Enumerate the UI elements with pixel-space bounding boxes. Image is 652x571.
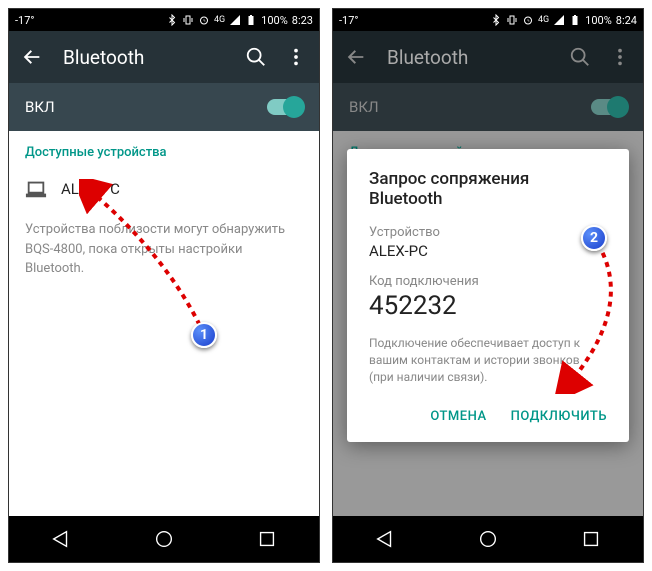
- nav-home-icon[interactable]: [477, 528, 499, 550]
- bluetooth-toggle[interactable]: [267, 99, 303, 115]
- status-bar: -17° 4G 100% 8:23: [9, 9, 319, 31]
- callout-1: 1: [191, 322, 217, 348]
- nav-home-icon[interactable]: [153, 528, 175, 550]
- clock: 8:24: [616, 14, 637, 27]
- code-value: 452232: [369, 291, 607, 321]
- more-icon[interactable]: [609, 46, 631, 68]
- content-area: Доступные устройства ALEX-PC Устройства …: [9, 131, 319, 516]
- code-label: Код подключения: [369, 274, 607, 289]
- page-title: Bluetooth: [63, 46, 225, 69]
- device-label: Устройство: [369, 225, 607, 240]
- alarm-icon: [522, 14, 534, 26]
- bluetooth-toggle-row: ВКЛ: [333, 83, 643, 131]
- bluetooth-toggle[interactable]: [591, 99, 627, 115]
- more-icon[interactable]: [285, 46, 307, 68]
- nav-bar: [9, 516, 319, 562]
- app-header: Bluetooth: [333, 31, 643, 83]
- dialog-info: Подключение обеспечивает доступ к вашим …: [369, 335, 607, 385]
- status-icons: 4G 100% 8:23: [166, 14, 313, 27]
- nav-recent-icon[interactable]: [256, 528, 278, 550]
- device-item[interactable]: ALEX-PC: [25, 178, 303, 200]
- alarm-icon: [198, 14, 210, 26]
- pairing-dialog: Запрос сопряжения Bluetooth Устройство A…: [347, 149, 629, 442]
- phone-left: -17° 4G 100% 8:23 Bluetooth ВКЛ Доступны…: [8, 8, 320, 563]
- clock: 8:23: [292, 14, 313, 27]
- battery-icon: [245, 14, 257, 26]
- search-icon[interactable]: [569, 46, 591, 68]
- bluetooth-icon: [166, 14, 178, 26]
- vibrate-icon: [182, 14, 194, 26]
- network-label: 4G: [538, 15, 549, 25]
- callout-2: 2: [581, 225, 607, 251]
- signal-icon: [553, 14, 565, 26]
- nav-back-icon[interactable]: [50, 528, 72, 550]
- temperature: -17°: [15, 14, 35, 27]
- device-name: ALEX-PC: [61, 180, 120, 198]
- network-label: 4G: [214, 15, 225, 25]
- signal-icon: [229, 14, 241, 26]
- connect-button[interactable]: ПОДКЛЮЧИТЬ: [511, 409, 607, 424]
- toggle-label: ВКЛ: [349, 98, 379, 116]
- toggle-label: ВКЛ: [25, 98, 55, 116]
- cancel-button[interactable]: ОТМЕНА: [430, 409, 486, 424]
- bluetooth-icon: [490, 14, 502, 26]
- vibrate-icon: [506, 14, 518, 26]
- discovery-info: Устройства поблизости могут обнаружить B…: [25, 220, 303, 279]
- app-header: Bluetooth: [9, 31, 319, 83]
- laptop-icon: [25, 178, 47, 200]
- battery-pct: 100%: [585, 14, 612, 27]
- search-icon[interactable]: [245, 46, 267, 68]
- status-bar: -17° 4G 100% 8:24: [333, 9, 643, 31]
- available-devices-header: Доступные устройства: [25, 145, 303, 160]
- back-icon[interactable]: [345, 46, 367, 68]
- dialog-title: Запрос сопряжения Bluetooth: [369, 169, 607, 209]
- nav-bar: [333, 516, 643, 562]
- device-value: ALEX-PC: [369, 242, 607, 260]
- temperature: -17°: [339, 14, 359, 27]
- nav-recent-icon[interactable]: [580, 528, 602, 550]
- phone-right: -17° 4G 100% 8:24 Bluetooth ВКЛ Доступны…: [332, 8, 644, 563]
- back-icon[interactable]: [21, 46, 43, 68]
- nav-back-icon[interactable]: [374, 528, 396, 550]
- battery-pct: 100%: [261, 14, 288, 27]
- bluetooth-toggle-row: ВКЛ: [9, 83, 319, 131]
- status-icons: 4G 100% 8:24: [490, 14, 637, 27]
- page-title: Bluetooth: [387, 46, 549, 69]
- battery-icon: [569, 14, 581, 26]
